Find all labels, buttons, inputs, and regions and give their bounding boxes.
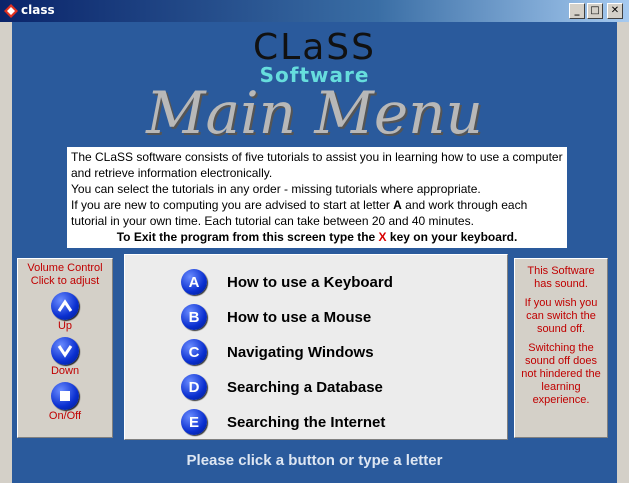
volume-control-panel: Volume Control Click to adjust Up Down O… [17,258,113,438]
menu-label-b[interactable]: How to use a Mouse [227,309,371,326]
menu-label-c[interactable]: Navigating Windows [227,344,374,361]
window-controls: _ □ ✕ [569,3,623,19]
volume-down-group: Down [18,337,112,378]
exit-post: key on your keyboard. [386,230,518,244]
volume-onoff-button[interactable] [51,382,79,410]
window-title: class [21,3,55,17]
volume-up-group: Up [18,292,112,333]
intro-text-box: The CLaSS software consists of five tuto… [67,147,567,248]
maximize-button[interactable]: □ [587,3,603,19]
sound-info-panel: This Software has sound. If you wish you… [514,258,608,438]
sound-info-1: This Software has sound. [527,265,595,290]
volume-title-line-1: Volume Control [27,262,103,274]
app-window: class _ □ ✕ CLaSS Software Main Menu The… [0,0,629,483]
intro-line-3-pre: If you are new to computing you are advi… [71,198,394,212]
exit-pre: To Exit the program from this screen typ… [116,230,379,244]
menu-item-b[interactable]: B How to use a Mouse [181,302,371,332]
volume-title: Volume Control Click to adjust [18,262,112,288]
close-button[interactable]: ✕ [607,3,623,19]
stop-icon [60,391,70,401]
menu-label-e[interactable]: Searching the Internet [227,414,385,431]
letter-b-button[interactable]: B [181,304,207,330]
intro-start-letter: A [393,198,402,212]
footer-prompt: Please click a button or type a letter [186,452,443,469]
tutorial-menu: A How to use a Keyboard B How to use a M… [124,254,508,440]
volume-down-button[interactable] [51,337,79,365]
letter-e-button[interactable]: E [181,409,207,435]
sound-info-3: Switching the sound off does not hindere… [521,342,601,406]
intro-line-2: You can select the tutorials in any orde… [71,182,481,196]
minimize-button[interactable]: _ [569,3,585,19]
app-icon [4,4,18,18]
volume-title-line-2: Click to adjust [30,275,100,287]
title-bar[interactable]: class _ □ ✕ [0,0,629,22]
intro-line-3: If you are new to computing you are advi… [71,197,563,229]
page-title: Main Menu [146,79,483,147]
exit-instruction: To Exit the program from this screen typ… [71,229,563,245]
intro-line-1: The CLaSS software consists of five tuto… [71,150,563,180]
letter-c-button[interactable]: C [181,339,207,365]
main-screen: CLaSS Software Main Menu The CLaSS softw… [12,22,617,483]
volume-onoff-label: On/Off [48,410,82,422]
volume-up-button[interactable] [51,292,79,320]
sound-info-2: If you wish you can switch the sound off… [524,297,598,335]
menu-item-a[interactable]: A How to use a Keyboard [181,267,393,297]
volume-up-label: Up [57,320,73,332]
exit-key: X [378,230,387,244]
menu-item-d[interactable]: D Searching a Database [181,372,383,402]
letter-a-button[interactable]: A [181,269,207,295]
volume-down-label: Down [50,365,80,377]
letter-d-button[interactable]: D [181,374,207,400]
volume-onoff-group: On/Off [18,382,112,423]
menu-label-a[interactable]: How to use a Keyboard [227,274,393,291]
chevron-up-icon [57,299,73,312]
menu-item-c[interactable]: C Navigating Windows [181,337,374,367]
menu-label-d[interactable]: Searching a Database [227,379,383,396]
menu-item-e[interactable]: E Searching the Internet [181,407,385,437]
chevron-down-icon [57,345,73,358]
class-logo: CLaSS [253,27,376,68]
